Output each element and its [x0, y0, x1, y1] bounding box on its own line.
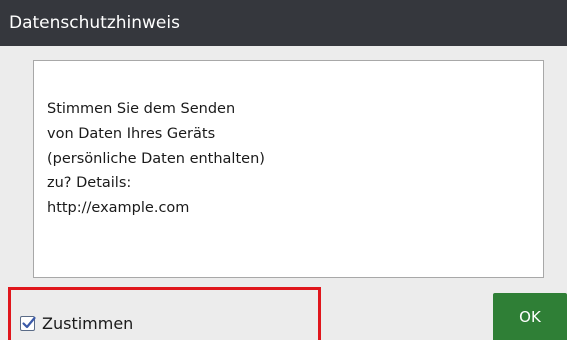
dialog-title: Datenschutzhinweis: [9, 13, 180, 33]
title-bar: Datenschutzhinweis: [0, 0, 567, 46]
agree-highlight-box: Zustimmen: [8, 287, 321, 340]
agree-checkbox-row[interactable]: Zustimmen: [20, 314, 133, 333]
ok-button[interactable]: OK: [493, 293, 567, 340]
agree-label[interactable]: Zustimmen: [42, 314, 133, 333]
message-text: Stimmen Sie dem Senden von Daten Ihres G…: [47, 97, 265, 221]
details-link[interactable]: http://example.com: [47, 200, 189, 216]
message-line: Stimmen Sie dem Senden: [47, 101, 236, 117]
message-line: zu? Details:: [47, 175, 132, 192]
checkmark-icon: [22, 316, 36, 329]
agree-checkbox[interactable]: [20, 316, 36, 331]
message-panel: Stimmen Sie dem Senden von Daten Ihres G…: [33, 60, 544, 278]
message-line: von Daten Ihres Geräts: [47, 125, 216, 142]
message-line: (persönliche Daten enthalten): [47, 150, 265, 167]
